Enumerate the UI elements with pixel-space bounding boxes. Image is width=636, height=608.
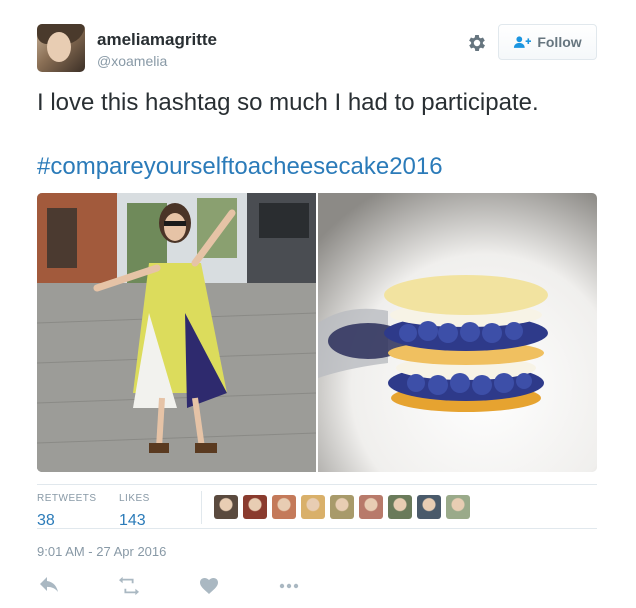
- liker-avatar[interactable]: [359, 495, 383, 519]
- user-username[interactable]: @xoamelia: [97, 53, 167, 69]
- tweet-timestamp[interactable]: 9:01 AM - 27 Apr 2016: [37, 544, 166, 559]
- retweets-label: RETWEETS: [37, 493, 97, 504]
- liker-avatar[interactable]: [243, 495, 267, 519]
- liker-avatar[interactable]: [417, 495, 441, 519]
- reply-icon[interactable]: [39, 576, 59, 596]
- likes-stat[interactable]: LIKES 143: [119, 493, 150, 530]
- follow-button[interactable]: Follow: [498, 24, 597, 60]
- tweet-hashtag[interactable]: #compareyourselftoacheesecake2016: [37, 151, 443, 183]
- cheesecake-photo[interactable]: [318, 193, 597, 472]
- tweet-stats: RETWEETS 38 LIKES 143: [37, 484, 597, 529]
- tweet-text: I love this hashtag so much I had to par…: [37, 89, 539, 116]
- follow-person-icon: [514, 36, 532, 48]
- liker-avatar[interactable]: [301, 495, 325, 519]
- liker-avatars: [214, 495, 470, 519]
- liker-avatar[interactable]: [272, 495, 296, 519]
- retweets-count: 38: [37, 512, 55, 529]
- liker-avatar[interactable]: [330, 495, 354, 519]
- likes-label: LIKES: [119, 493, 150, 504]
- avatar[interactable]: [37, 24, 85, 72]
- stats-divider: [201, 491, 202, 524]
- liker-avatar[interactable]: [214, 495, 238, 519]
- tweet: ameliamagritte @xoamelia Follow I love t…: [0, 0, 636, 608]
- like-icon[interactable]: [199, 576, 219, 596]
- liker-avatar[interactable]: [446, 495, 470, 519]
- avatar-face: [47, 32, 71, 62]
- more-icon[interactable]: [279, 576, 299, 596]
- tweet-media[interactable]: [37, 193, 597, 472]
- retweets-stat[interactable]: RETWEETS 38: [37, 493, 97, 530]
- likes-count: 143: [119, 512, 146, 529]
- liker-avatar[interactable]: [388, 495, 412, 519]
- follow-label: Follow: [537, 34, 582, 50]
- person-photo[interactable]: [37, 193, 316, 472]
- user-fullname[interactable]: ameliamagritte: [97, 30, 217, 50]
- tweet-actions: [37, 576, 337, 596]
- retweet-icon[interactable]: [119, 576, 139, 596]
- gear-icon[interactable]: [466, 32, 488, 54]
